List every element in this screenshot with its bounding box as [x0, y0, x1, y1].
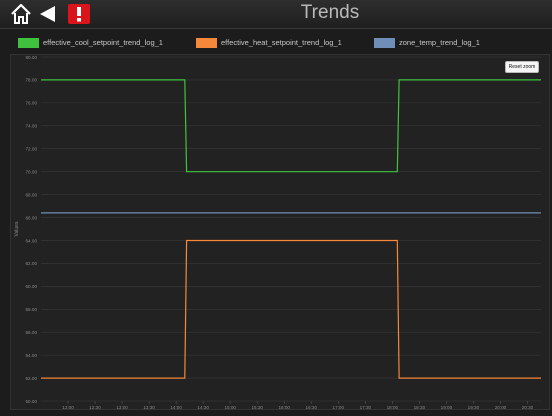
legend-swatch: [374, 38, 395, 48]
legend-label: effective_heat_setpoint_trend_log_1: [221, 38, 342, 47]
y-tick-label: 78.00: [26, 78, 38, 83]
y-axis-label: Values: [14, 221, 20, 236]
x-tick-label: 15:30: [251, 405, 263, 410]
y-tick-label: 52.00: [26, 376, 38, 381]
x-tick-label: 20:00: [495, 405, 507, 410]
chart-panel[interactable]: 80.00 78.00 76.00 74.00 72.00 70.00 68.00 66.00…: [10, 54, 550, 410]
x-tick-label: 15:00: [224, 405, 236, 410]
y-tick-label: 68.00: [26, 192, 38, 197]
y-tick-label: 66.00: [26, 215, 38, 220]
y-tick-label: 70.00: [26, 169, 38, 174]
x-tick-label: 16:00: [278, 405, 290, 410]
x-tick-label: 13:30: [143, 405, 155, 410]
y-tick-label: 56.00: [26, 330, 38, 335]
y-tick-label: 58.00: [26, 307, 38, 312]
x-tick-label: 14:00: [170, 405, 182, 410]
x-tick-label: 16:30: [306, 405, 318, 410]
y-tick-label: 74.00: [26, 124, 38, 129]
y-tick-label: 64.00: [26, 238, 38, 243]
legend-label: effective_cool_setpoint_trend_log_1: [43, 38, 163, 47]
x-tick-label: 12:30: [89, 405, 101, 410]
y-tick-label: 72.00: [26, 147, 38, 152]
x-tick-label: 13:00: [116, 405, 128, 410]
x-tick-label: 17:00: [333, 405, 345, 410]
y-tick-label: 54.00: [26, 353, 38, 358]
legend-swatch: [18, 38, 39, 48]
y-tick-label: 60.00: [26, 284, 38, 289]
x-tick-label: 18:00: [387, 405, 399, 410]
x-tick-label: 20:30: [522, 405, 534, 410]
legend-swatch: [196, 38, 217, 48]
chart-legend: effective_cool_setpoint_trend_log_1 effe…: [0, 36, 552, 52]
y-tick-label: 80.00: [26, 55, 38, 60]
legend-label: zone_temp_trend_log_1: [399, 38, 480, 47]
y-tick-label: 62.00: [26, 261, 38, 266]
x-tick-label: 14:30: [197, 405, 209, 410]
trend-chart[interactable]: 80.00 78.00 76.00 74.00 72.00 70.00 68.00 66.00…: [11, 55, 551, 411]
x-tick-label: 12:00: [62, 405, 74, 410]
x-tick-label: 17:30: [360, 405, 372, 410]
top-bar: Trends: [0, 0, 552, 29]
x-tick-label: 19:30: [468, 405, 480, 410]
x-tick-label: 18:30: [414, 405, 426, 410]
reset-zoom-button[interactable]: Reset zoom: [505, 61, 539, 73]
x-tick-label: 19:00: [441, 405, 453, 410]
y-tick-label: 50.00: [26, 399, 38, 404]
y-tick-label: 76.00: [26, 101, 38, 106]
page-title: Trends: [300, 2, 360, 23]
